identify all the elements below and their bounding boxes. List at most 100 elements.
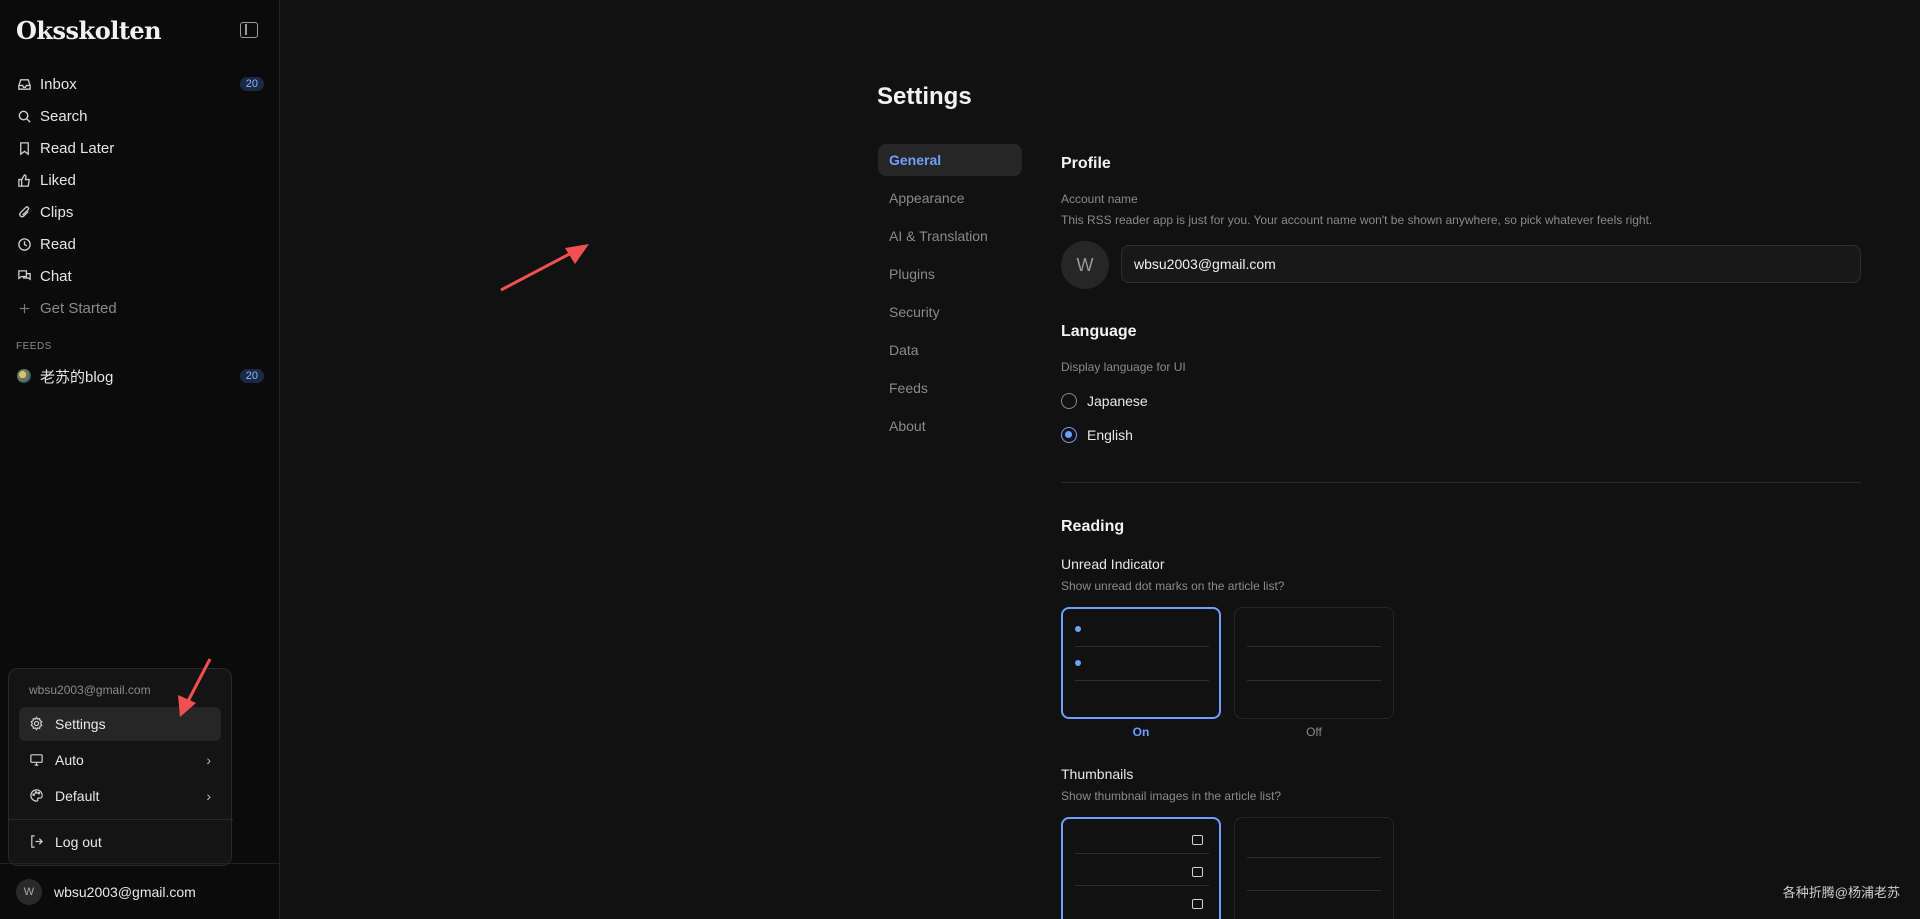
- sidebar-item-label: Read Later: [40, 139, 115, 157]
- sidebar-item-clips[interactable]: Clips: [8, 196, 272, 228]
- sidebar-item-label: Read: [40, 235, 76, 253]
- thumbnails-title: Thumbnails: [1061, 766, 1134, 782]
- list-line: [1075, 680, 1209, 681]
- settings-main: Settings General Appearance AI & Transla…: [281, 0, 1920, 919]
- unread-dot-icon: [1075, 660, 1081, 666]
- account-name-input[interactable]: [1121, 245, 1861, 283]
- radio-label: Japanese: [1087, 393, 1148, 409]
- settings-tab-general[interactable]: General: [878, 144, 1022, 176]
- list-line: [1075, 885, 1209, 886]
- list-line: [1075, 646, 1209, 647]
- language-section-title: Language: [1061, 323, 1137, 340]
- radio-button-checked[interactable]: [1061, 427, 1077, 443]
- language-hint: Display language for UI: [1061, 360, 1186, 374]
- feed-item[interactable]: 老苏的blog 20: [8, 360, 272, 392]
- watermark: 各种折腾@杨浦老苏: [1782, 885, 1900, 900]
- logout-icon: [29, 834, 45, 850]
- radio-button[interactable]: [1061, 393, 1077, 409]
- thumbnails-on-card[interactable]: [1061, 817, 1221, 919]
- paperclip-icon: [16, 204, 32, 220]
- settings-tab-about[interactable]: About: [878, 410, 1022, 442]
- bookmark-icon: [16, 140, 32, 156]
- user-menu-email: wbsu2003@gmail.com: [29, 683, 151, 697]
- user-menu-popup: wbsu2003@gmail.com Settings Auto › Defau…: [8, 668, 233, 866]
- monitor-icon: [29, 752, 45, 768]
- feed-favicon-icon: [16, 368, 32, 384]
- unread-count-badge: 20: [239, 77, 264, 91]
- thumbnails-off-card[interactable]: [1234, 817, 1394, 919]
- feed-list: 老苏的blog 20: [8, 360, 272, 392]
- clock-icon: [16, 236, 32, 252]
- list-line: [1247, 857, 1381, 858]
- list-line: [1075, 853, 1209, 854]
- language-option-japanese[interactable]: Japanese: [1061, 393, 1148, 409]
- menu-item-logout[interactable]: Log out: [19, 825, 221, 859]
- unread-dot-icon: [1075, 626, 1081, 632]
- sidebar-item-get-started[interactable]: Get Started: [8, 292, 272, 324]
- page-title: Settings: [877, 83, 972, 110]
- thumbs-up-icon: [16, 172, 32, 188]
- sidebar-item-label: Clips: [40, 203, 74, 221]
- menu-divider: [9, 819, 233, 820]
- unread-on-label: On: [1132, 725, 1150, 739]
- settings-tab-appearance[interactable]: Appearance: [878, 182, 1022, 214]
- settings-tab-security[interactable]: Security: [878, 296, 1022, 328]
- thumbnails-hint: Show thumbnail images in the article lis…: [1061, 789, 1282, 803]
- settings-nav: General Appearance AI & Translation Plug…: [878, 144, 1022, 448]
- account-name-label: Account name: [1061, 192, 1138, 206]
- sidebar-item-search[interactable]: Search: [8, 100, 272, 132]
- unread-indicator-off-card[interactable]: [1234, 607, 1394, 719]
- sidebar-item-read[interactable]: Read: [8, 228, 272, 260]
- menu-item-label: Settings: [55, 716, 106, 732]
- section-divider: [1061, 482, 1861, 483]
- inbox-icon: [16, 76, 32, 92]
- feed-item-label: 老苏的blog: [40, 368, 114, 386]
- user-account-bar[interactable]: W wbsu2003@gmail.com: [0, 863, 280, 919]
- list-line: [1247, 680, 1381, 681]
- sidebar-item-read-later[interactable]: Read Later: [8, 132, 272, 164]
- search-icon: [16, 108, 32, 124]
- unread-indicator-on-card[interactable]: [1061, 607, 1221, 719]
- account-name-hint: This RSS reader app is just for you. You…: [1061, 213, 1653, 227]
- sidebar: Oksskolten Inbox 20 Search Read Later Li…: [0, 0, 280, 919]
- plus-icon: [16, 300, 32, 316]
- sidebar-item-label: Search: [40, 107, 88, 125]
- sidebar-item-label: Liked: [40, 171, 76, 189]
- sidebar-item-inbox[interactable]: Inbox 20: [8, 68, 272, 100]
- chevron-right-icon: ›: [206, 788, 211, 804]
- language-option-english[interactable]: English: [1061, 427, 1133, 443]
- avatar: W: [16, 879, 42, 905]
- radio-label: English: [1087, 427, 1133, 443]
- image-icon: [1192, 867, 1203, 877]
- user-email: wbsu2003@gmail.com: [54, 884, 196, 900]
- settings-tab-feeds[interactable]: Feeds: [878, 372, 1022, 404]
- feeds-heading: FEEDS: [16, 341, 52, 352]
- sidebar-nav: Inbox 20 Search Read Later Liked Clips R…: [8, 68, 272, 324]
- settings-tab-plugins[interactable]: Plugins: [878, 258, 1022, 290]
- image-icon: [1192, 835, 1203, 845]
- sidebar-item-chat[interactable]: Chat: [8, 260, 272, 292]
- unread-count-badge: 20: [239, 369, 264, 383]
- menu-item-color-default[interactable]: Default ›: [19, 779, 221, 813]
- unread-indicator-hint: Show unread dot marks on the article lis…: [1061, 579, 1285, 593]
- settings-tab-data[interactable]: Data: [878, 334, 1022, 366]
- menu-item-settings[interactable]: Settings: [19, 707, 221, 741]
- chevron-right-icon: ›: [206, 752, 211, 768]
- menu-item-label: Log out: [55, 834, 102, 850]
- sidebar-item-label: Get Started: [40, 299, 117, 317]
- list-line: [1247, 646, 1381, 647]
- settings-tab-ai-translation[interactable]: AI & Translation: [878, 220, 1022, 252]
- chat-icon: [16, 268, 32, 284]
- gear-icon: [29, 716, 45, 732]
- app-brand: Oksskolten: [16, 16, 162, 45]
- profile-section-title: Profile: [1061, 155, 1111, 172]
- menu-item-theme-auto[interactable]: Auto ›: [19, 743, 221, 777]
- sidebar-item-liked[interactable]: Liked: [8, 164, 272, 196]
- avatar[interactable]: W: [1061, 241, 1109, 289]
- list-line: [1247, 890, 1381, 891]
- unread-indicator-title: Unread Indicator: [1061, 556, 1165, 572]
- sidebar-toggle-icon[interactable]: [240, 22, 258, 38]
- reading-section-title: Reading: [1061, 518, 1125, 535]
- sidebar-item-label: Chat: [40, 267, 72, 285]
- palette-icon: [29, 788, 45, 804]
